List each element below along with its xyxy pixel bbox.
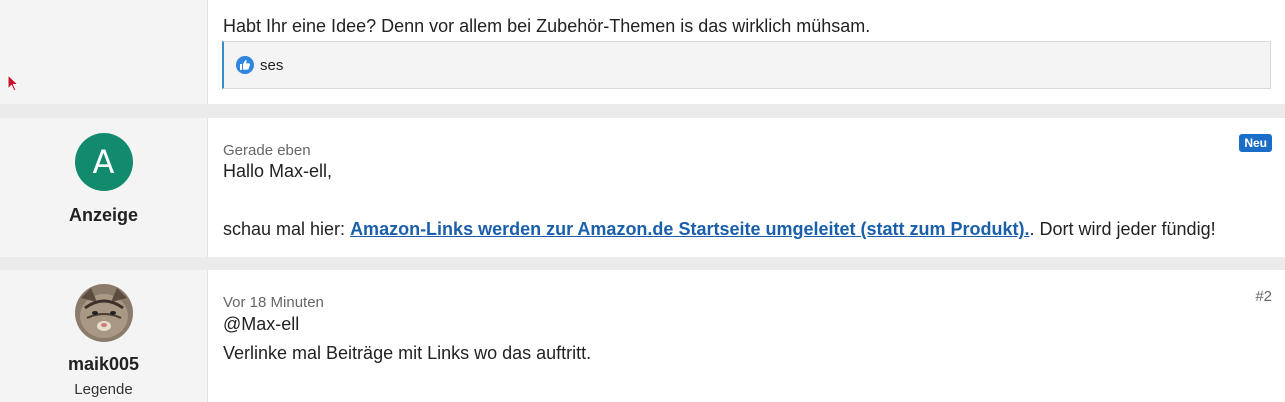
- avatar[interactable]: [74, 284, 133, 342]
- user-role: Legende: [74, 381, 133, 398]
- post-text-before: schau mal hier:: [223, 219, 351, 239]
- post-content: Gerade eben Neu Hallo Max-ell, schau mal…: [208, 118, 1285, 257]
- thumbs-up-icon[interactable]: [236, 56, 254, 74]
- username[interactable]: maik005: [68, 354, 139, 375]
- post-previous: Habt Ihr eine Idee? Denn vor allem bei Z…: [0, 0, 1285, 104]
- cat-avatar-icon: [74, 284, 133, 342]
- avatar[interactable]: A: [74, 133, 133, 191]
- amazon-link[interactable]: Amazon-Links werden zur Amazon.de Starts…: [350, 219, 1029, 239]
- reaction-user[interactable]: ses: [260, 57, 283, 74]
- reaction-bar[interactable]: ses: [222, 41, 1271, 89]
- post-body: schau mal hier: Amazon-Links werden zur …: [223, 219, 1216, 240]
- post-text: Habt Ihr eine Idee? Denn vor allem bei Z…: [223, 16, 871, 36]
- post-mention: @Max-ell: [223, 314, 300, 334]
- post-text: Verlinke mal Beiträge mit Links wo das a…: [223, 343, 592, 363]
- mouse-cursor-icon: [7, 74, 19, 92]
- username[interactable]: Anzeige: [69, 205, 138, 226]
- post-sidebar: [0, 0, 208, 104]
- post-time[interactable]: Vor 18 Minuten: [223, 294, 324, 311]
- post-2: maik005 Legende Vor 18 Minuten #2 @Max-e…: [0, 270, 1285, 402]
- new-badge: Neu: [1239, 134, 1272, 152]
- post-number[interactable]: #2: [1255, 288, 1272, 305]
- post-text-after: . Dort wird jeder fündig!: [1029, 219, 1216, 239]
- post-content: Habt Ihr eine Idee? Denn vor allem bei Z…: [208, 0, 1285, 104]
- post-sidebar: maik005 Legende: [0, 270, 208, 402]
- post-sidebar: A Anzeige: [0, 118, 208, 257]
- post-advertisement: A Anzeige Gerade eben Neu Hallo Max-ell,…: [0, 118, 1285, 257]
- post-greeting: Hallo Max-ell,: [223, 161, 333, 181]
- post-content: Vor 18 Minuten #2 @Max-ell Verlinke mal …: [208, 270, 1285, 402]
- post-time[interactable]: Gerade eben: [223, 142, 311, 159]
